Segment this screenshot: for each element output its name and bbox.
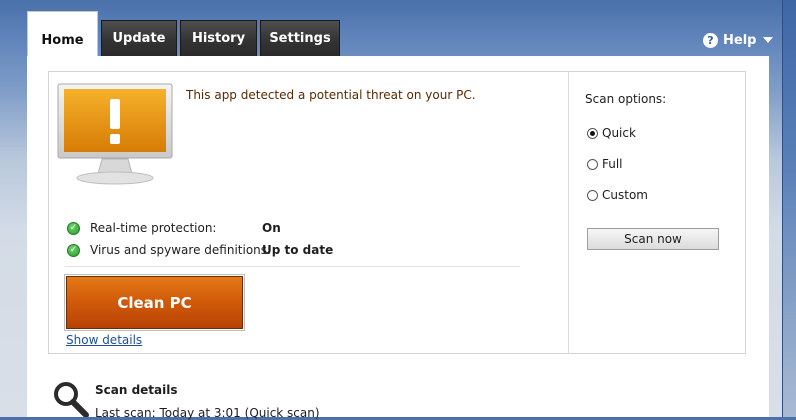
- status-label: Virus and spyware definitions:: [90, 243, 272, 257]
- show-details-link[interactable]: Show details: [66, 333, 142, 347]
- radio-label: Custom: [602, 188, 648, 202]
- radio-full[interactable]: Full: [587, 156, 623, 172]
- help-label: Help: [723, 32, 757, 48]
- help-menu[interactable]: ? Help: [703, 31, 774, 49]
- radio-label: Quick: [602, 126, 636, 140]
- tab-update[interactable]: Update: [101, 20, 177, 56]
- status-row-definitions: ✓ Virus and spyware definitions: Up to d…: [67, 242, 333, 258]
- status-label: Real-time protection:: [90, 221, 217, 235]
- status-row-realtime: ✓ Real-time protection: On: [67, 220, 281, 236]
- radio-button[interactable]: [587, 127, 598, 139]
- window-frame-edge: [782, 0, 796, 417]
- status-value: On: [262, 221, 281, 235]
- clean-pc-button[interactable]: Clean PC: [64, 274, 245, 331]
- radio-label: Full: [602, 157, 623, 171]
- threat-monitor-icon: [57, 83, 173, 185]
- tab-settings[interactable]: Settings: [260, 20, 340, 56]
- check-circle-icon: ✓: [67, 243, 80, 257]
- scan-now-button[interactable]: Scan now: [587, 228, 719, 250]
- divider: [65, 266, 520, 267]
- last-scan-text: Last scan: Today at 3:01 (Quick scan): [95, 406, 320, 420]
- chevron-down-icon: [763, 37, 774, 43]
- magnifier-icon: [54, 382, 89, 417]
- radio-button[interactable]: [587, 158, 598, 170]
- check-circle-icon: ✓: [67, 221, 80, 235]
- scan-details-title: Scan details: [95, 383, 178, 397]
- scan-options-title: Scan options:: [585, 92, 667, 106]
- help-icon: ?: [703, 32, 718, 48]
- tab-home[interactable]: Home: [27, 11, 98, 57]
- status-value: Up to date: [262, 243, 334, 257]
- tab-history[interactable]: History: [180, 20, 257, 56]
- threat-message: This app detected a potential threat on …: [186, 88, 476, 102]
- radio-button[interactable]: [587, 189, 598, 201]
- radio-quick[interactable]: Quick: [587, 125, 636, 141]
- radio-custom[interactable]: Custom: [587, 187, 648, 203]
- panel-divider: [568, 72, 569, 354]
